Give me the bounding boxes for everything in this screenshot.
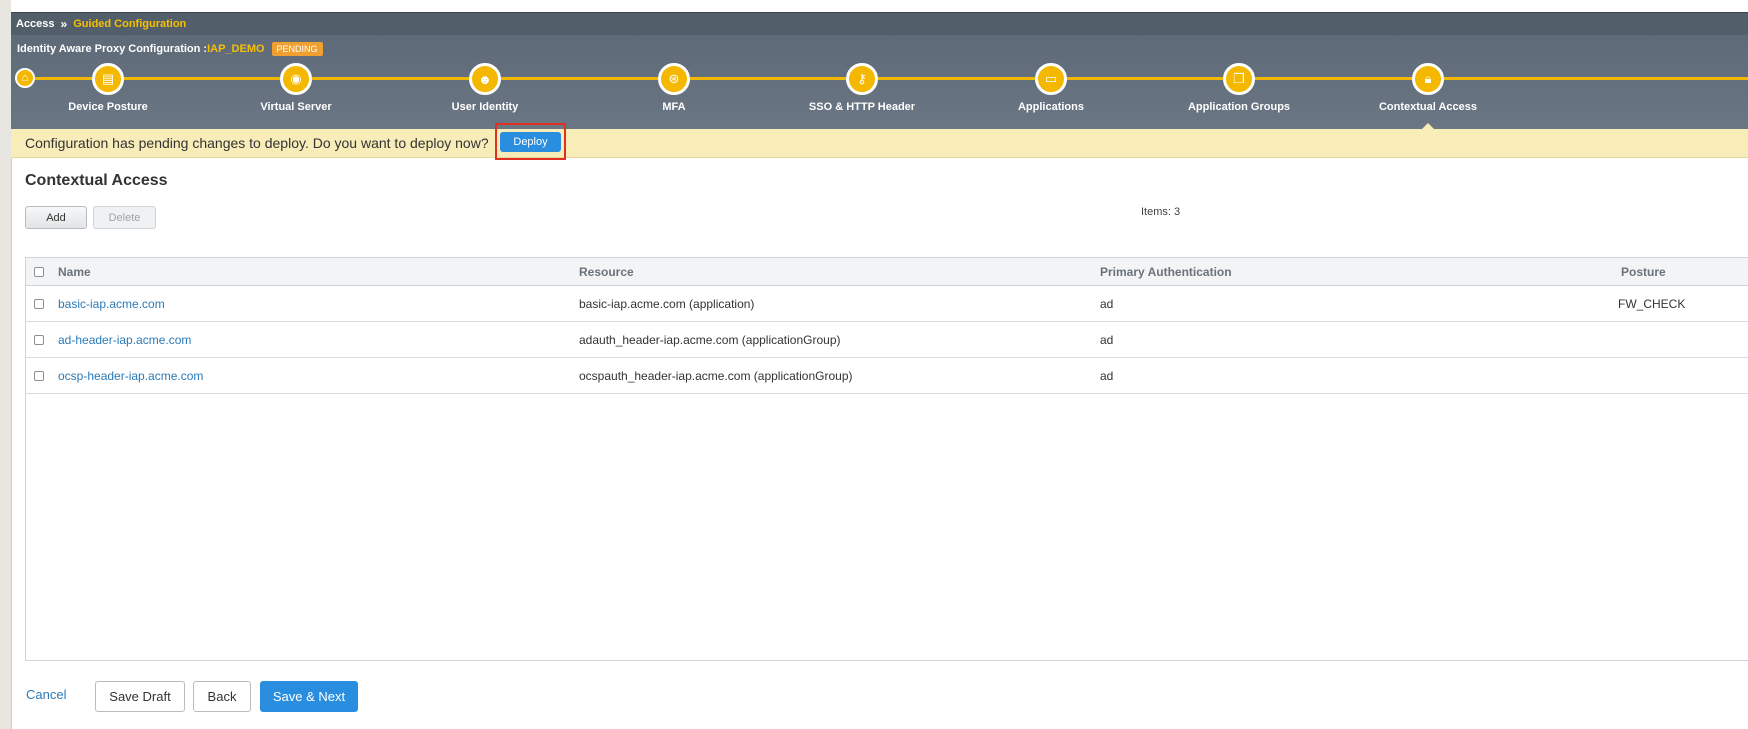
- cancel-link[interactable]: Cancel: [26, 687, 66, 702]
- deploy-highlight: Deploy: [495, 123, 566, 160]
- row-posture: FW_CHECK: [1618, 296, 1686, 311]
- breadcrumb-separator: »: [60, 17, 68, 31]
- step-user-identity[interactable]: ☻ User Identity: [395, 63, 575, 113]
- row-name-link[interactable]: ocsp-header-iap.acme.com: [58, 369, 203, 383]
- row-checkbox[interactable]: [34, 334, 44, 345]
- step-label: Application Groups: [1187, 101, 1291, 113]
- window-icon: ▭: [1035, 63, 1067, 95]
- row-resource: basic-iap.acme.com (application): [579, 296, 755, 311]
- step-label: Applications: [1017, 101, 1084, 113]
- row-checkbox[interactable]: [34, 370, 44, 381]
- step-label: MFA: [662, 101, 686, 113]
- step-label: SSO & HTTP Header: [808, 101, 916, 113]
- row-checkbox[interactable]: [34, 298, 44, 309]
- step-label: Virtual Server: [260, 101, 332, 113]
- row-primary-auth: ad: [1100, 332, 1114, 347]
- step-applications[interactable]: ▭ Applications: [961, 63, 1141, 113]
- step-device-posture[interactable]: ▤ Device Posture: [18, 63, 198, 113]
- save-next-button[interactable]: Save & Next: [260, 681, 358, 712]
- step-virtual-server[interactable]: ◉ Virtual Server: [206, 63, 386, 113]
- row-resource: ocspauth_header-iap.acme.com (applicatio…: [579, 368, 853, 383]
- banner-message: Configuration has pending changes to dep…: [25, 135, 489, 151]
- breadcrumb-current[interactable]: Guided Configuration: [73, 18, 186, 30]
- status-badge: PENDING: [271, 42, 323, 56]
- row-name-link[interactable]: basic-iap.acme.com: [58, 297, 165, 311]
- contextual-access-table: Name Resource Primary Authentication Pos…: [25, 257, 1748, 661]
- column-header-name[interactable]: Name: [58, 265, 91, 279]
- add-button[interactable]: Add: [25, 206, 87, 229]
- row-primary-auth: ad: [1100, 296, 1114, 311]
- breadcrumb-root[interactable]: Access: [16, 18, 55, 30]
- config-name: IAP_DEMO: [207, 43, 265, 55]
- table-row: ad-header-iap.acme.com adauth_header-iap…: [26, 322, 1748, 358]
- config-title: Identity Aware Proxy Configuration : IAP…: [17, 42, 323, 56]
- back-button[interactable]: Back: [193, 681, 251, 712]
- column-header-posture[interactable]: Posture: [1621, 265, 1666, 279]
- table-header: Name Resource Primary Authentication Pos…: [26, 258, 1748, 286]
- step-label: Device Posture: [68, 101, 148, 113]
- lock-icon: 🔒︎: [1412, 63, 1444, 95]
- step-label: User Identity: [451, 101, 519, 113]
- fingerprint-icon: ⊛: [658, 63, 690, 95]
- key-icon: ⚷: [846, 63, 878, 95]
- breadcrumb: Access » Guided Configuration: [11, 12, 1748, 35]
- users-icon: ☻: [469, 63, 501, 95]
- page-title: Contextual Access: [25, 172, 168, 189]
- step-application-groups[interactable]: ❐ Application Groups: [1149, 63, 1329, 113]
- globe-icon: ◉: [280, 63, 312, 95]
- items-count: Items: 3: [1141, 206, 1181, 218]
- table-row: basic-iap.acme.com basic-iap.acme.com (a…: [26, 286, 1748, 322]
- wizard-header: Identity Aware Proxy Configuration : IAP…: [11, 35, 1748, 130]
- step-label: Contextual Access: [1378, 101, 1478, 113]
- config-title-prefix: Identity Aware Proxy Configuration :: [17, 43, 208, 55]
- table-row: ocsp-header-iap.acme.com ocspauth_header…: [26, 358, 1748, 394]
- deploy-button[interactable]: Deploy: [500, 131, 561, 152]
- app-group-icon: ❐: [1223, 63, 1255, 95]
- step-contextual-access[interactable]: 🔒︎ Contextual Access: [1338, 63, 1518, 113]
- step-sso-http-header[interactable]: ⚷ SSO & HTTP Header: [772, 63, 952, 113]
- select-all-checkbox[interactable]: [34, 266, 44, 277]
- pending-changes-banner: Configuration has pending changes to dep…: [11, 123, 1748, 160]
- row-name-link[interactable]: ad-header-iap.acme.com: [58, 333, 191, 347]
- id-card-icon: ▤: [92, 63, 124, 95]
- step-mfa[interactable]: ⊛ MFA: [584, 63, 764, 113]
- column-header-resource[interactable]: Resource: [579, 265, 634, 279]
- delete-button[interactable]: Delete: [93, 206, 156, 229]
- row-primary-auth: ad: [1100, 368, 1114, 383]
- column-header-primary-auth[interactable]: Primary Authentication: [1100, 265, 1232, 279]
- row-resource: adauth_header-iap.acme.com (applicationG…: [579, 332, 841, 347]
- save-draft-button[interactable]: Save Draft: [95, 681, 185, 712]
